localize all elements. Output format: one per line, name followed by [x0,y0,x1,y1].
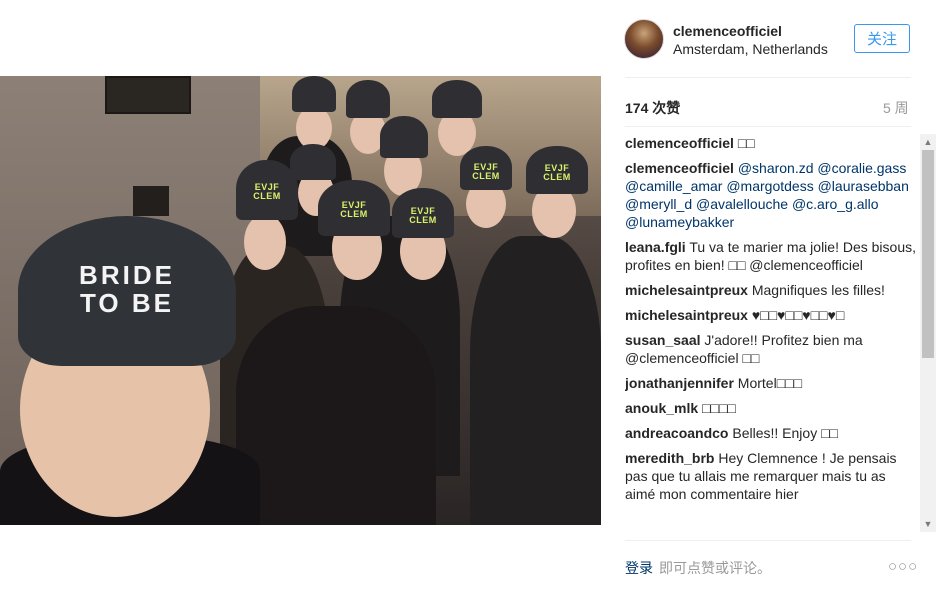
comment-user[interactable]: michelesaintpreux [625,282,748,298]
comment-user[interactable]: meredith_brb [625,450,714,466]
comment-text: Magnifiques les filles! [751,282,885,298]
photo-plaque [133,186,169,216]
scroll-up-arrow-icon[interactable]: ▲ [920,134,936,150]
photo-person-beanie [290,144,336,180]
post-header: clemenceofficiel Amsterdam, Netherlands … [601,0,937,77]
comment: michelesaintpreux ♥□□♥□□♥□□♥□ [625,306,917,324]
comment: andreacoandco Belles!! Enjoy □□ [625,424,917,442]
comment-user[interactable]: michelesaintpreux [625,307,748,323]
photo-person-beanie: EVJF CLEM [236,160,298,220]
beanie-text-bride: BRIDE TO BE [79,260,175,318]
comment: leana.fgli Tu va te marier ma jolie! Des… [625,238,917,274]
photo-window [105,76,191,114]
comment-text: □□□□ [702,400,736,416]
comment-text: □□ [737,135,755,151]
comment: anouk_mlk □□□□ [625,399,917,417]
photo-person-beanie: EVJF CLEM [392,188,454,238]
comment-user[interactable]: andreacoandco [625,425,728,441]
comment-user[interactable]: clemenceofficiel [625,160,734,176]
photo-person-coat [236,306,436,525]
comment: meredith_brb Hey Clemnence ! Je pensais … [625,449,917,503]
comments-list: clemenceofficiel □□ clemenceofficiel @sh… [625,134,917,532]
photo-person-beanie [346,80,390,118]
photo-person-beanie [380,116,428,158]
beanie-text: EVJF CLEM [409,206,437,225]
post-photo[interactable]: EVJF CLEM EVJF CLEM EVJF CLEM EVJF CLEM … [0,76,601,525]
scrollbar-thumb[interactable] [922,150,934,358]
beanie-text: EVJF CLEM [472,161,500,181]
beanie-text: EVJF CLEM [340,200,368,220]
photo-person-beanie [432,80,482,118]
photo-person-beanie: EVJF CLEM [460,146,512,190]
comment: clemenceofficiel @sharon.zd @coralie.gas… [625,159,917,231]
likes-divider [625,126,911,127]
comment: michelesaintpreux Magnifiques les filles… [625,281,917,299]
photo-person-beanie: EVJF CLEM [526,146,588,194]
more-options-icon[interactable]: ○○○ [888,558,918,575]
photo-person-beanie: EVJF CLEM [318,180,390,236]
comment-user[interactable]: anouk_mlk [625,400,698,416]
scroll-down-arrow-icon[interactable]: ▼ [920,516,936,532]
beanie-text: EVJF CLEM [543,163,571,183]
comment-user[interactable]: clemenceofficiel [625,135,734,151]
follow-button[interactable]: 关注 [854,24,910,53]
comment-text: ♥□□♥□□♥□□♥□ [751,307,845,323]
comment-text: Belles!! Enjoy □□ [732,425,838,441]
comment-user[interactable]: leana.fgli [625,239,686,255]
post-footer: 登录 即可点赞或评论。 ○○○ [601,540,937,600]
post-username[interactable]: clemenceofficiel [673,23,782,39]
comment-text: Mortel□□□ [737,375,803,391]
comment-user[interactable]: susan_saal [625,332,701,348]
beanie-text: EVJF CLEM [253,181,281,201]
comment-user[interactable]: jonathanjennifer [625,375,734,391]
header-divider [625,77,911,78]
photo-person-coat [470,236,601,525]
photo-person-beanie: BRIDE TO BE [18,216,236,366]
post-location[interactable]: Amsterdam, Netherlands [673,41,828,57]
login-hint: 即可点赞或评论。 [659,560,771,576]
login-link[interactable]: 登录 [625,558,653,578]
comment: susan_saal J'adore!! Profitez bien ma @c… [625,331,917,367]
comment: clemenceofficiel □□ [625,134,917,152]
avatar[interactable] [624,19,664,59]
likes-count[interactable]: 174 次赞 [625,98,680,118]
comment: jonathanjennifer Mortel□□□ [625,374,917,392]
photo-person-beanie [292,76,336,112]
post-time: 5 周 [883,100,909,116]
photo-person-face [244,214,286,270]
